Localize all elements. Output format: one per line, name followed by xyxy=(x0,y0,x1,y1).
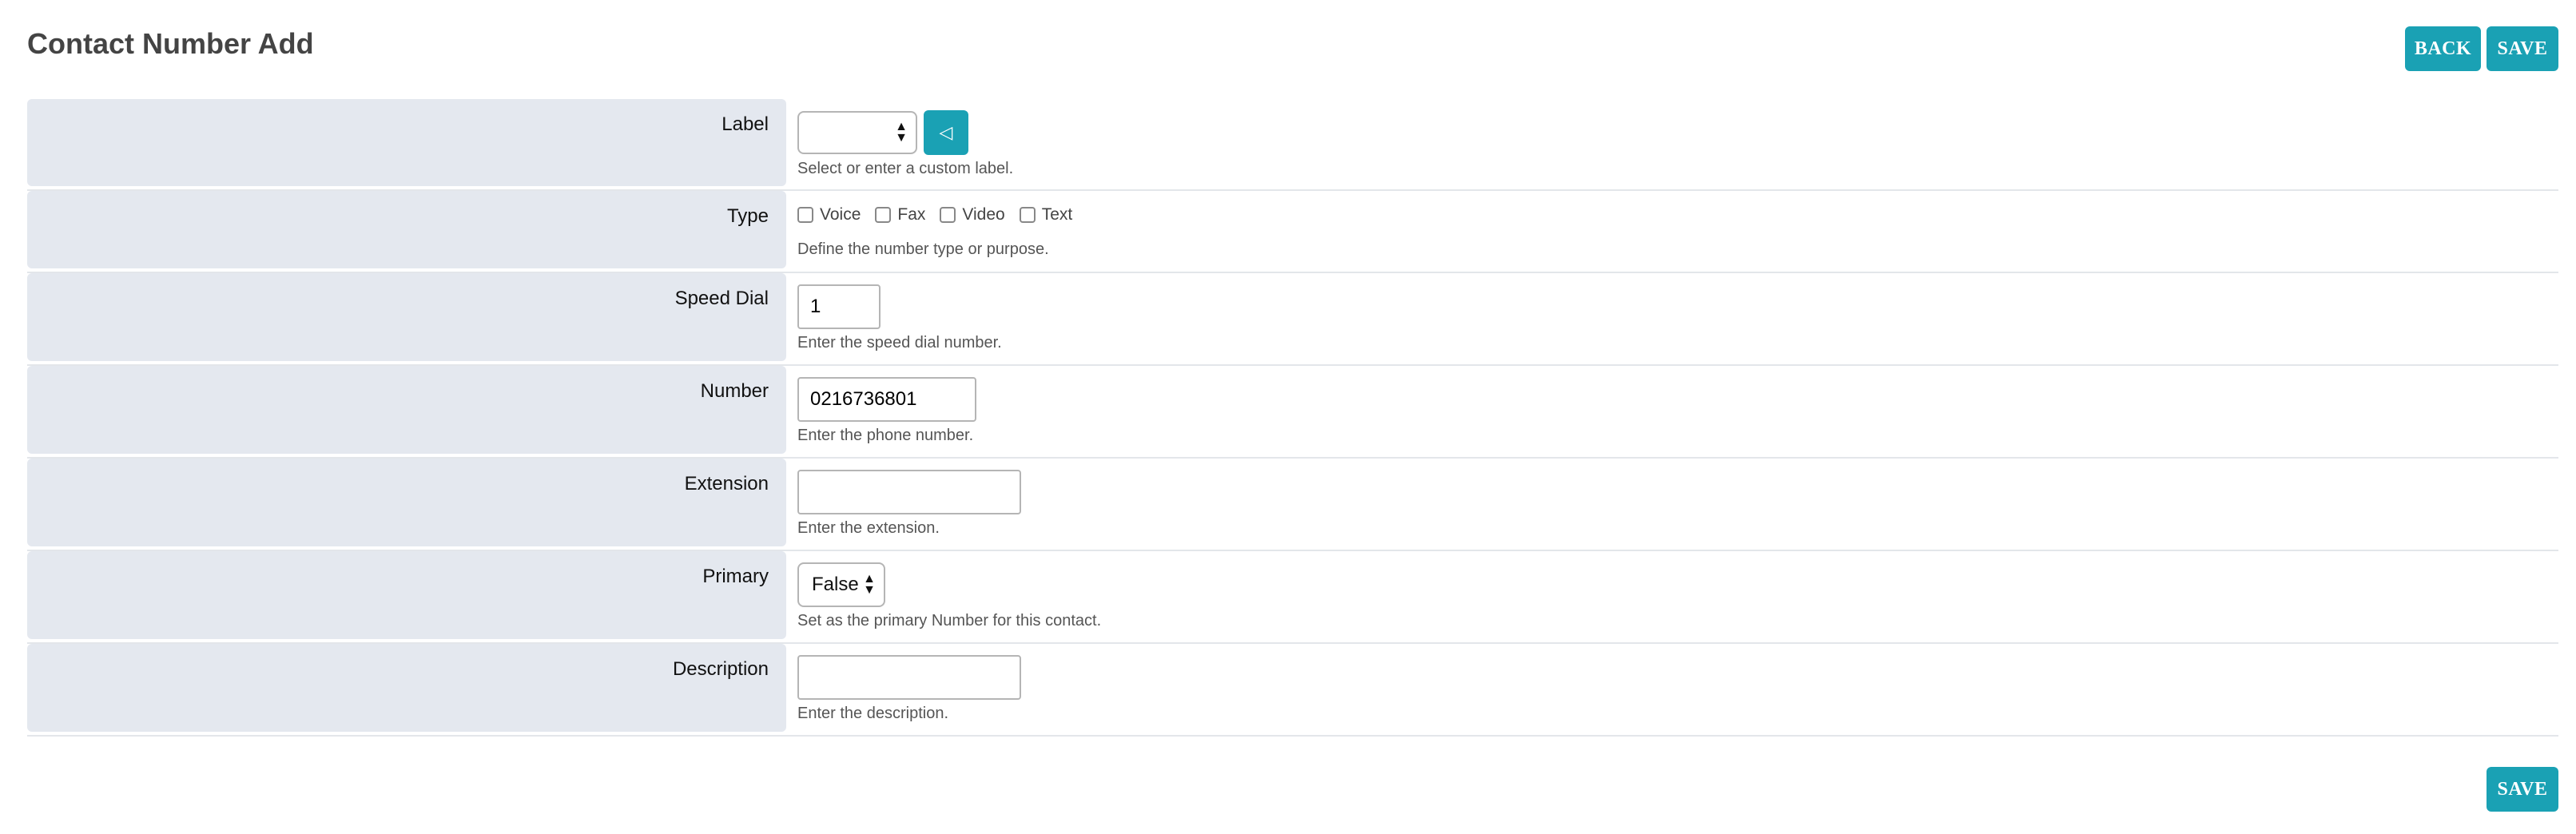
form-row-primary: Primary False ▲ ▼ Set as the primary Numb… xyxy=(27,551,2558,644)
description-input[interactable] xyxy=(797,655,1021,700)
triangle-left-icon: ◁ xyxy=(939,122,953,142)
select-arrows-icon: ▲ ▼ xyxy=(863,572,876,597)
checkbox-label: Video xyxy=(962,205,1005,224)
type-checkboxes: Voice Fax Video Text xyxy=(797,205,2558,224)
field-cell-type: Voice Fax Video Text Define the number t… xyxy=(794,191,2558,272)
checkbox-label: Text xyxy=(1041,205,1073,224)
field-help: Enter the extension. xyxy=(797,519,940,537)
type-option-fax[interactable]: Fax xyxy=(875,205,925,224)
type-option-text[interactable]: Text xyxy=(1019,205,1073,224)
number-input[interactable]: 0216736801 xyxy=(797,377,976,422)
field-cell-speed-dial: 1 Enter the speed dial number. xyxy=(794,273,2558,364)
field-label: Speed Dial xyxy=(27,273,786,361)
back-button[interactable]: BACK xyxy=(2405,26,2481,71)
field-help: Enter the description. xyxy=(797,705,948,722)
field-help: Enter the speed dial number. xyxy=(797,334,1002,351)
form-row-extension: Extension Enter the extension. xyxy=(27,459,2558,551)
form-row-description: Description Enter the description. xyxy=(27,644,2558,737)
field-cell-extension: Enter the extension. xyxy=(794,459,2558,550)
field-label: Type xyxy=(27,191,786,268)
contact-number-add-page: Contact Number Add BACK SAVE Label ▲ ▼ ◁ … xyxy=(0,0,2576,834)
page-title: Contact Number Add xyxy=(27,27,314,60)
speed-dial-input[interactable]: 1 xyxy=(797,284,881,329)
field-label: Primary xyxy=(27,551,786,639)
field-help: Enter the phone number. xyxy=(797,427,974,444)
field-help: Set as the primary Number for this conta… xyxy=(797,612,1102,629)
label-select[interactable]: ▲ ▼ xyxy=(797,111,917,154)
fax-checkbox[interactable] xyxy=(875,207,892,223)
form-row-label: Label ▲ ▼ ◁ Select or enter a custom labe… xyxy=(27,99,2558,191)
form-row-number: Number 0216736801 Enter the phone number… xyxy=(27,366,2558,459)
label-controls: ▲ ▼ ◁ xyxy=(797,110,2558,155)
primary-select[interactable]: False ▲ ▼ xyxy=(797,562,885,607)
field-help: Define the number type or purpose. xyxy=(797,240,1049,258)
field-cell-description: Enter the description. xyxy=(794,644,2558,735)
video-checkbox[interactable] xyxy=(940,207,956,223)
field-label: Description xyxy=(27,644,786,732)
type-option-voice[interactable]: Voice xyxy=(797,205,861,224)
checkbox-label: Fax xyxy=(897,205,926,224)
select-arrows-icon: ▲ ▼ xyxy=(895,120,908,145)
form-row-speed-dial: Speed Dial 1 Enter the speed dial number… xyxy=(27,273,2558,366)
custom-label-toggle-button[interactable]: ◁ xyxy=(924,110,968,155)
text-checkbox[interactable] xyxy=(1019,207,1036,223)
field-label: Extension xyxy=(27,459,786,546)
contact-number-form: Label ▲ ▼ ◁ Select or enter a custom labe… xyxy=(27,99,2558,737)
field-label: Label xyxy=(27,99,786,186)
voice-checkbox[interactable] xyxy=(797,207,813,223)
field-cell-primary: False ▲ ▼ Set as the primary Number for t… xyxy=(794,551,2558,642)
field-label: Number xyxy=(27,366,786,454)
field-cell-label: ▲ ▼ ◁ Select or enter a custom label. xyxy=(794,99,2558,189)
field-help: Select or enter a custom label. xyxy=(797,160,1014,177)
type-option-video[interactable]: Video xyxy=(940,205,1005,224)
checkbox-label: Voice xyxy=(820,205,861,224)
extension-input[interactable] xyxy=(797,470,1021,514)
primary-select-value: False xyxy=(812,574,859,595)
save-button[interactable]: SAVE xyxy=(2487,26,2558,71)
form-row-type: Type Voice Fax Video Text Define the num… xyxy=(27,191,2558,273)
field-cell-number: 0216736801 Enter the phone number. xyxy=(794,366,2558,457)
save-button-bottom[interactable]: SAVE xyxy=(2487,767,2558,812)
